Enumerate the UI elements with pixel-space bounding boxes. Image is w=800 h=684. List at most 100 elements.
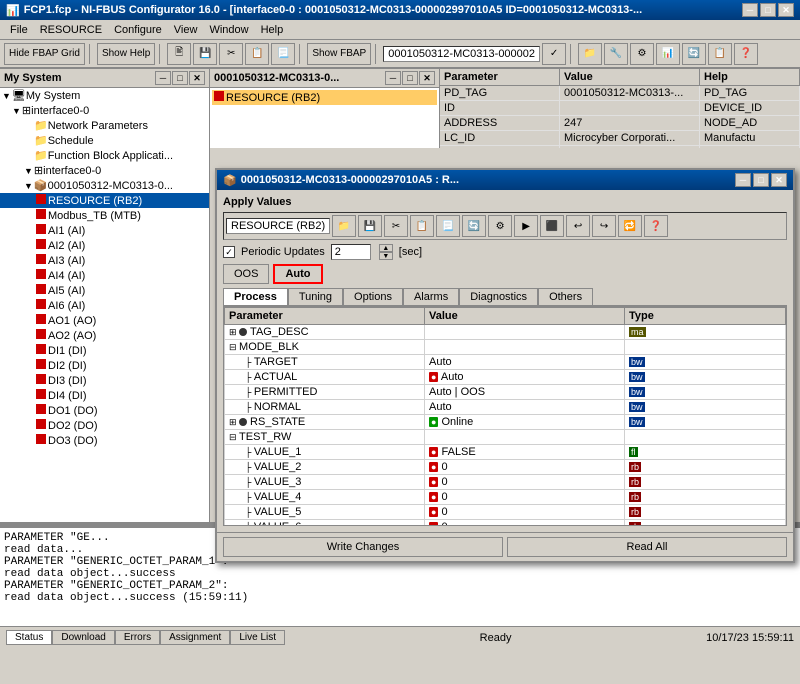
tree-item-interface02[interactable]: ▼ ⊞ interface0-0 [0, 163, 209, 178]
status-tab-status[interactable]: Status [6, 630, 52, 645]
show-fbap-button[interactable]: Show FBAP [307, 43, 371, 65]
auto-button[interactable]: Auto [273, 264, 322, 284]
tool-btn-9[interactable]: 📊 [656, 43, 680, 65]
dlg-tool-3[interactable]: ✂ [384, 215, 408, 237]
tool-btn-10[interactable]: 🔄 [682, 43, 706, 65]
tool-btn-7[interactable]: 🔧 [604, 43, 628, 65]
tool-btn-11[interactable]: 📋 [708, 43, 732, 65]
tree-item-do2[interactable]: DO2 (DO) [0, 418, 209, 433]
tree-item-ai1[interactable]: AI1 (AI) [0, 223, 209, 238]
dlg-tool-11[interactable]: ↪ [592, 215, 616, 237]
expand-icon-interface0[interactable]: ▼ [12, 106, 21, 116]
tree-maximize[interactable]: □ [172, 71, 188, 85]
tree-item-modbus[interactable]: Modbus_TB (MTB) [0, 208, 209, 223]
dlg-tool-6[interactable]: 🔄 [462, 215, 486, 237]
dlg-tool-12[interactable]: 🔁 [618, 215, 642, 237]
tree-item-di3[interactable]: DI3 (DI) [0, 373, 209, 388]
menu-resource[interactable]: RESOURCE [34, 22, 108, 38]
tab-alarms[interactable]: Alarms [403, 288, 459, 305]
show-help-button[interactable]: Show Help [97, 43, 155, 65]
tree-item-ai3[interactable]: AI3 (AI) [0, 253, 209, 268]
status-tab-errors[interactable]: Errors [115, 630, 160, 645]
tree-item-do1[interactable]: DO1 (DO) [0, 403, 209, 418]
tool-btn-6[interactable]: 📁 [578, 43, 602, 65]
device-close[interactable]: ✕ [419, 71, 435, 85]
expand-icon-mysystem[interactable]: ▼ [2, 91, 11, 101]
tree-item-ai5[interactable]: AI5 (AI) [0, 283, 209, 298]
menu-file[interactable]: File [4, 22, 34, 38]
tree-item-mysystem[interactable]: ▼ 🖥 My System [0, 88, 209, 103]
status-tab-livelist[interactable]: Live List [230, 630, 285, 645]
tree-item-resource[interactable]: RESOURCE (RB2) [0, 193, 209, 208]
tree-item-interface0[interactable]: ▼ ⊞ interface0-0 [0, 103, 209, 118]
tab-tuning[interactable]: Tuning [288, 288, 343, 305]
tree-item-di4[interactable]: DI4 (DI) [0, 388, 209, 403]
expand-icon-interface02[interactable]: ▼ [24, 166, 33, 176]
periodic-checkbox[interactable]: ✓ [223, 246, 235, 258]
tree-item-do3[interactable]: DO3 (DO) [0, 433, 209, 448]
menu-help[interactable]: Help [255, 22, 290, 38]
tool-btn-1[interactable]: 🖹 [167, 43, 191, 65]
dialog-minimize[interactable]: ─ [735, 173, 751, 187]
minimize-button[interactable]: ─ [742, 3, 758, 17]
th-value: Value [425, 308, 625, 325]
tree-item-ao2[interactable]: AO2 (AO) [0, 328, 209, 343]
dlg-tool-5[interactable]: 📃 [436, 215, 460, 237]
periodic-value-input[interactable] [331, 244, 371, 260]
periodic-spinner[interactable]: ▲ ▼ [379, 244, 393, 260]
tree-close[interactable]: ✕ [189, 71, 205, 85]
tree-item-di1[interactable]: DI1 (DI) [0, 343, 209, 358]
tree-minimize[interactable]: ─ [155, 71, 171, 85]
expand-icon-device[interactable]: ▼ [24, 181, 33, 191]
device-minimize[interactable]: ─ [385, 71, 401, 85]
tool-btn-4[interactable]: 📋 [245, 43, 269, 65]
hide-fbap-grid-button[interactable]: Hide FBAP Grid [4, 43, 85, 65]
status-tab-download[interactable]: Download [52, 630, 114, 645]
dlg-tool-8[interactable]: ▶ [514, 215, 538, 237]
tree-item-ai4[interactable]: AI4 (AI) [0, 268, 209, 283]
dlg-tool-4[interactable]: 📋 [410, 215, 434, 237]
tree-item-ai2[interactable]: AI2 (AI) [0, 238, 209, 253]
tab-diagnostics[interactable]: Diagnostics [459, 288, 538, 305]
prop-row-2: ADDRESS 247 NODE_AD [440, 116, 800, 131]
tab-others[interactable]: Others [538, 288, 593, 305]
menu-window[interactable]: Window [203, 22, 254, 38]
tree-item-fbapp[interactable]: 📁 Function Block Applicati... [0, 148, 209, 163]
tool-btn-5[interactable]: 📃 [271, 43, 295, 65]
spin-up[interactable]: ▲ [379, 244, 393, 252]
status-tab-assignment[interactable]: Assignment [160, 630, 230, 645]
tree-item-device[interactable]: ▼ 📦 0001050312-MC0313-0... [0, 178, 209, 193]
write-changes-button[interactable]: Write Changes [223, 537, 503, 557]
check-button[interactable]: ✓ [542, 43, 566, 65]
tree-item-netparams[interactable]: 📁 Network Parameters [0, 118, 209, 133]
dlg-tool-9[interactable]: ⬛ [540, 215, 564, 237]
dlg-tool-10[interactable]: ↩ [566, 215, 590, 237]
tree-item-di2[interactable]: DI2 (DI) [0, 358, 209, 373]
tool-btn-2[interactable]: 💾 [193, 43, 217, 65]
close-button[interactable]: ✕ [778, 3, 794, 17]
dialog-title-text: 0001050312-MC0313-00000297010A5 : R... [241, 174, 459, 186]
tool-btn-12[interactable]: ❓ [734, 43, 758, 65]
device-id-field[interactable]: 0001050312-MC0313-000002 [383, 46, 540, 62]
tab-process[interactable]: Process [223, 288, 288, 305]
spin-down[interactable]: ▼ [379, 252, 393, 260]
menu-configure[interactable]: Configure [108, 22, 168, 38]
tree-item-ai6[interactable]: AI6 (AI) [0, 298, 209, 313]
tree-item-ao1[interactable]: AO1 (AO) [0, 313, 209, 328]
dialog-close[interactable]: ✕ [771, 173, 787, 187]
dlg-tool-2[interactable]: 💾 [358, 215, 382, 237]
menu-view[interactable]: View [168, 22, 204, 38]
read-all-button[interactable]: Read All [507, 537, 787, 557]
tab-options[interactable]: Options [343, 288, 403, 305]
tool-btn-3[interactable]: ✂ [219, 43, 243, 65]
tree-item-schedule[interactable]: 📁 Schedule [0, 133, 209, 148]
device-resource-item[interactable]: RESOURCE (RB2) [212, 90, 437, 105]
tool-btn-8[interactable]: ⚙ [630, 43, 654, 65]
dlg-tool-1[interactable]: 📁 [332, 215, 356, 237]
oos-button[interactable]: OOS [223, 264, 269, 284]
dialog-maximize[interactable]: □ [753, 173, 769, 187]
dlg-tool-7[interactable]: ⚙ [488, 215, 512, 237]
maximize-button[interactable]: □ [760, 3, 776, 17]
dlg-tool-13[interactable]: ❓ [644, 215, 668, 237]
device-maximize[interactable]: □ [402, 71, 418, 85]
